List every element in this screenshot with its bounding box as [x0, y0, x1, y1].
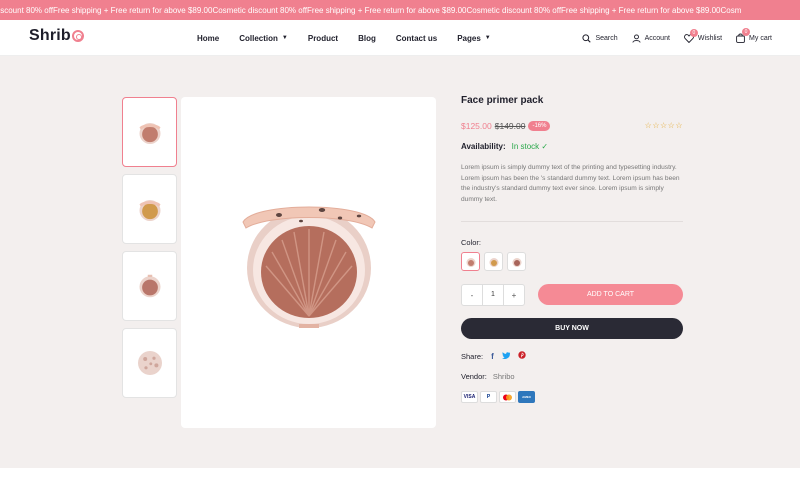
announcement-item: Cosm — [720, 5, 742, 15]
twitter-icon[interactable] — [501, 351, 510, 361]
color-label: Color: — [461, 238, 482, 247]
nav-collection[interactable]: Collection ▼ — [239, 34, 288, 43]
share-row: Share: f — [461, 351, 526, 361]
vendor-value[interactable]: Shribo — [493, 372, 515, 381]
nav-contact-label: Contact us — [395, 33, 438, 43]
facebook-icon[interactable]: f — [491, 352, 494, 361]
product-thumbnail-image — [137, 351, 162, 375]
announcement-bar: discount 80% offFree shipping + Free ret… — [0, 0, 800, 20]
search-label: Search — [595, 34, 618, 42]
rating-stars[interactable]: ☆☆☆☆☆ — [645, 121, 683, 130]
amex-label: AMEX — [522, 395, 531, 399]
wishlist-button[interactable]: 0 Wishlist — [684, 28, 723, 43]
announcement-item: discount 80% off — [0, 5, 54, 15]
footer-band — [0, 468, 800, 500]
announcement-track: discount 80% offFree shipping + Free ret… — [0, 0, 741, 20]
visa-card-icon: VISA — [461, 391, 478, 403]
blush-compact-image — [241, 206, 376, 328]
nav-product-label: Product — [307, 33, 339, 43]
product-thumbnail-image — [139, 274, 160, 298]
availability-value: In stock ✓ — [511, 142, 549, 151]
qty-input[interactable]: 1 — [482, 285, 504, 305]
quantity-stepper: - 1 + — [461, 284, 525, 306]
color-swatch-2[interactable] — [484, 252, 503, 271]
wishlist-label: Wishlist — [697, 34, 723, 42]
swatch-image — [512, 257, 521, 267]
divider — [461, 221, 683, 222]
thumbnail-3[interactable] — [122, 251, 177, 321]
search-button[interactable]: Search — [582, 33, 618, 43]
nav-home-label: Home — [197, 33, 220, 43]
site-header: Shrib Home Collection ▼ Product Blog Cont… — [0, 20, 800, 56]
availability-label: Availability: — [461, 142, 506, 151]
nav-product[interactable]: Product — [308, 34, 338, 43]
qty-decrease-button[interactable]: - — [462, 291, 482, 300]
pinterest-icon[interactable] — [518, 351, 526, 361]
wishlist-count-badge: 0 — [689, 28, 698, 37]
nav-collection-label: Collection — [239, 33, 278, 43]
cart-count-badge: 0 — [742, 28, 751, 36]
account-button[interactable]: Account — [632, 33, 670, 43]
vendor-label: Vendor: — [461, 372, 487, 381]
nav-home[interactable]: Home — [197, 34, 219, 43]
announcement-item: Cosmetic discount 80% off — [212, 5, 308, 15]
swatch-image — [489, 257, 498, 267]
product-info: Face primer pack $125.00 $149.00 -16% ☆☆… — [461, 95, 683, 403]
chevron-down-icon: ▼ — [281, 35, 288, 41]
product-title: Face primer pack — [461, 95, 544, 106]
logo-text: Shrib — [29, 27, 71, 44]
announcement-item: Cosmetic discount 80% off — [466, 5, 562, 15]
logo-o-icon — [71, 30, 84, 42]
product-description: Lorem ipsum is simply dummy text of the … — [461, 164, 680, 203]
sale-price: $125.00 — [461, 121, 492, 131]
thumbnail-4[interactable] — [122, 328, 177, 398]
vendor-row: Vendor: Shribo — [461, 372, 515, 381]
product-thumbnail-image — [139, 200, 160, 221]
compare-price: $149.00 — [494, 121, 526, 131]
color-swatches — [461, 252, 530, 271]
nav-pages[interactable]: Pages ▼ — [457, 34, 491, 43]
user-icon — [632, 33, 641, 43]
price-row: $125.00 $149.00 -16% ☆☆☆☆☆ — [461, 120, 683, 132]
discount-badge: -16% — [528, 121, 551, 131]
qty-increase-button[interactable]: + — [504, 291, 524, 300]
nav-blog[interactable]: Blog — [358, 34, 376, 43]
availability: Availability: In stock ✓ — [461, 142, 548, 151]
main-product-image[interactable] — [181, 97, 436, 428]
color-swatch-3[interactable] — [507, 252, 526, 271]
chevron-down-icon: ▼ — [484, 35, 491, 41]
announcement-item: Free shipping + Free return for above $8… — [561, 5, 721, 15]
swatch-image — [466, 257, 475, 267]
buy-now-button[interactable]: BUY NOW — [461, 318, 683, 339]
cart-button[interactable]: 0 My cart — [736, 28, 772, 43]
announcement-item: Free shipping + Free return for above $8… — [53, 5, 213, 15]
thumbnail-list — [122, 97, 177, 405]
payment-methods: VISA P AMEX — [461, 391, 537, 403]
account-label: Account — [644, 34, 670, 42]
nav-pages-label: Pages — [457, 33, 481, 43]
thumbnail-2[interactable] — [122, 174, 177, 244]
header-actions: Search Account 0 Wishlist 0 My cart — [568, 20, 772, 56]
thumbnail-1[interactable] — [122, 97, 177, 167]
logo[interactable]: Shrib — [29, 27, 84, 45]
paypal-card-icon: P — [480, 391, 497, 403]
main-nav: Home Collection ▼ Product Blog Contact us… — [197, 20, 511, 56]
color-swatch-1[interactable] — [461, 252, 480, 271]
announcement-item: Free shipping + Free return for above $8… — [307, 5, 467, 15]
product-thumbnail-image — [139, 123, 160, 144]
nav-blog-label: Blog — [358, 33, 376, 43]
nav-contact[interactable]: Contact us — [396, 34, 437, 43]
search-icon — [582, 33, 592, 43]
cart-label: My cart — [749, 34, 772, 42]
mastercard-card-icon — [499, 391, 516, 403]
add-to-cart-button[interactable]: ADD TO CART — [538, 284, 683, 305]
share-label: Share: — [461, 351, 484, 361]
amex-card-icon: AMEX — [518, 391, 535, 403]
